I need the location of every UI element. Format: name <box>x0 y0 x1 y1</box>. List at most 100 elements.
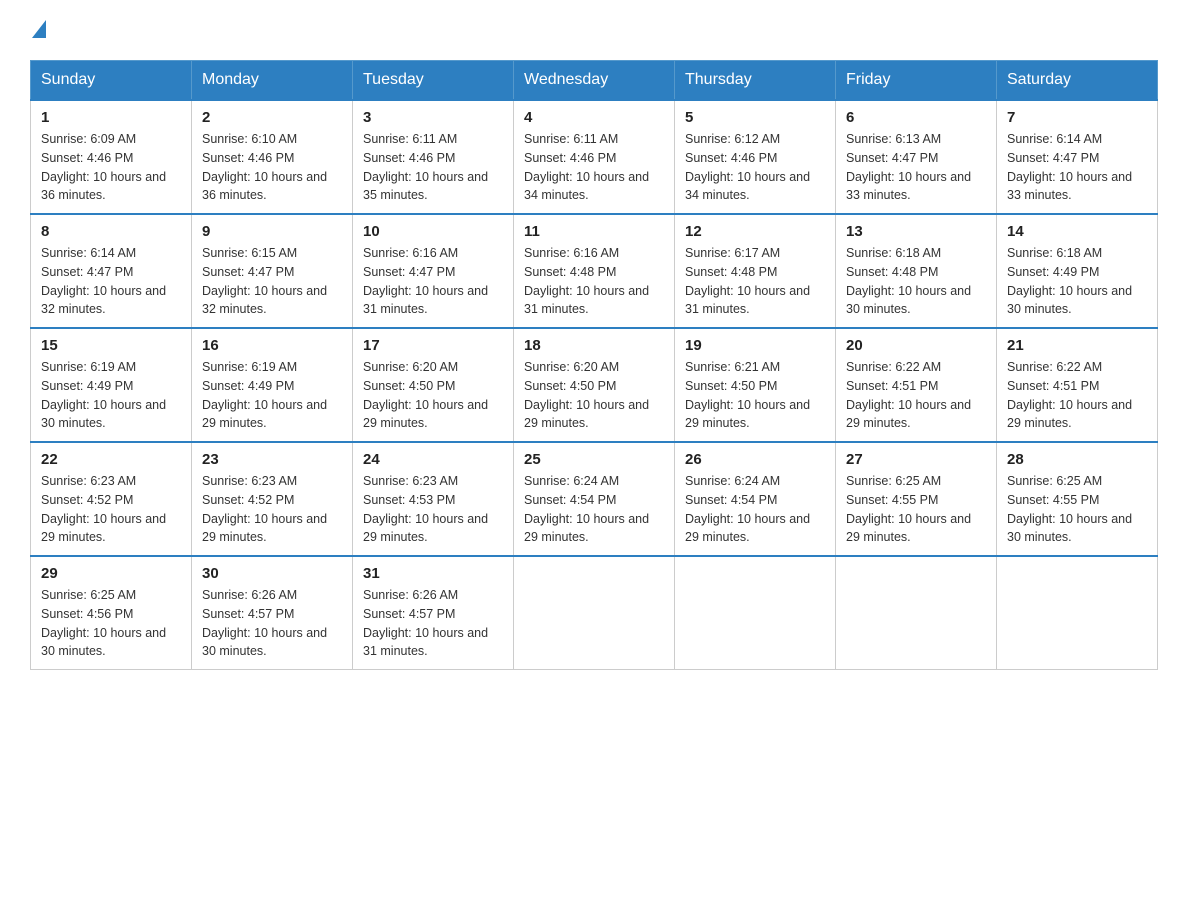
day-number: 2 <box>202 109 342 126</box>
day-number: 27 <box>846 451 986 468</box>
day-info: Sunrise: 6:23 AM Sunset: 4:53 PM Dayligh… <box>363 472 503 547</box>
day-number: 16 <box>202 337 342 354</box>
calendar-header-tuesday: Tuesday <box>353 61 514 101</box>
calendar-header-wednesday: Wednesday <box>514 61 675 101</box>
day-number: 29 <box>41 565 181 582</box>
calendar-cell: 29 Sunrise: 6:25 AM Sunset: 4:56 PM Dayl… <box>31 556 192 670</box>
calendar-cell: 10 Sunrise: 6:16 AM Sunset: 4:47 PM Dayl… <box>353 214 514 328</box>
calendar-cell: 24 Sunrise: 6:23 AM Sunset: 4:53 PM Dayl… <box>353 442 514 556</box>
day-info: Sunrise: 6:26 AM Sunset: 4:57 PM Dayligh… <box>363 586 503 661</box>
day-number: 8 <box>41 223 181 240</box>
day-info: Sunrise: 6:23 AM Sunset: 4:52 PM Dayligh… <box>41 472 181 547</box>
calendar-cell: 30 Sunrise: 6:26 AM Sunset: 4:57 PM Dayl… <box>192 556 353 670</box>
day-number: 18 <box>524 337 664 354</box>
day-number: 30 <box>202 565 342 582</box>
calendar-cell: 3 Sunrise: 6:11 AM Sunset: 4:46 PM Dayli… <box>353 100 514 214</box>
calendar-cell: 22 Sunrise: 6:23 AM Sunset: 4:52 PM Dayl… <box>31 442 192 556</box>
day-number: 3 <box>363 109 503 126</box>
day-number: 20 <box>846 337 986 354</box>
day-info: Sunrise: 6:11 AM Sunset: 4:46 PM Dayligh… <box>524 130 664 205</box>
calendar-cell: 18 Sunrise: 6:20 AM Sunset: 4:50 PM Dayl… <box>514 328 675 442</box>
day-number: 13 <box>846 223 986 240</box>
day-info: Sunrise: 6:22 AM Sunset: 4:51 PM Dayligh… <box>846 358 986 433</box>
calendar-cell: 5 Sunrise: 6:12 AM Sunset: 4:46 PM Dayli… <box>675 100 836 214</box>
day-info: Sunrise: 6:13 AM Sunset: 4:47 PM Dayligh… <box>846 130 986 205</box>
day-info: Sunrise: 6:18 AM Sunset: 4:48 PM Dayligh… <box>846 244 986 319</box>
day-info: Sunrise: 6:09 AM Sunset: 4:46 PM Dayligh… <box>41 130 181 205</box>
day-number: 5 <box>685 109 825 126</box>
calendar-cell: 26 Sunrise: 6:24 AM Sunset: 4:54 PM Dayl… <box>675 442 836 556</box>
day-number: 17 <box>363 337 503 354</box>
calendar-header-friday: Friday <box>836 61 997 101</box>
day-number: 24 <box>363 451 503 468</box>
calendar-cell: 6 Sunrise: 6:13 AM Sunset: 4:47 PM Dayli… <box>836 100 997 214</box>
calendar-cell <box>675 556 836 670</box>
logo-text-block <box>30 20 46 40</box>
day-info: Sunrise: 6:16 AM Sunset: 4:47 PM Dayligh… <box>363 244 503 319</box>
calendar-cell: 12 Sunrise: 6:17 AM Sunset: 4:48 PM Dayl… <box>675 214 836 328</box>
day-info: Sunrise: 6:25 AM Sunset: 4:55 PM Dayligh… <box>1007 472 1147 547</box>
day-info: Sunrise: 6:19 AM Sunset: 4:49 PM Dayligh… <box>202 358 342 433</box>
calendar-cell: 31 Sunrise: 6:26 AM Sunset: 4:57 PM Dayl… <box>353 556 514 670</box>
day-number: 31 <box>363 565 503 582</box>
calendar-cell: 16 Sunrise: 6:19 AM Sunset: 4:49 PM Dayl… <box>192 328 353 442</box>
calendar-cell: 13 Sunrise: 6:18 AM Sunset: 4:48 PM Dayl… <box>836 214 997 328</box>
calendar-cell: 21 Sunrise: 6:22 AM Sunset: 4:51 PM Dayl… <box>997 328 1158 442</box>
day-info: Sunrise: 6:14 AM Sunset: 4:47 PM Dayligh… <box>41 244 181 319</box>
calendar-cell: 7 Sunrise: 6:14 AM Sunset: 4:47 PM Dayli… <box>997 100 1158 214</box>
day-number: 19 <box>685 337 825 354</box>
calendar-cell: 14 Sunrise: 6:18 AM Sunset: 4:49 PM Dayl… <box>997 214 1158 328</box>
day-info: Sunrise: 6:16 AM Sunset: 4:48 PM Dayligh… <box>524 244 664 319</box>
day-info: Sunrise: 6:10 AM Sunset: 4:46 PM Dayligh… <box>202 130 342 205</box>
day-info: Sunrise: 6:19 AM Sunset: 4:49 PM Dayligh… <box>41 358 181 433</box>
day-info: Sunrise: 6:25 AM Sunset: 4:55 PM Dayligh… <box>846 472 986 547</box>
day-number: 10 <box>363 223 503 240</box>
calendar-cell: 19 Sunrise: 6:21 AM Sunset: 4:50 PM Dayl… <box>675 328 836 442</box>
day-number: 1 <box>41 109 181 126</box>
calendar-week-row: 22 Sunrise: 6:23 AM Sunset: 4:52 PM Dayl… <box>31 442 1158 556</box>
calendar-cell: 1 Sunrise: 6:09 AM Sunset: 4:46 PM Dayli… <box>31 100 192 214</box>
day-number: 23 <box>202 451 342 468</box>
day-number: 9 <box>202 223 342 240</box>
calendar-cell: 23 Sunrise: 6:23 AM Sunset: 4:52 PM Dayl… <box>192 442 353 556</box>
day-number: 25 <box>524 451 664 468</box>
day-number: 15 <box>41 337 181 354</box>
calendar-cell: 28 Sunrise: 6:25 AM Sunset: 4:55 PM Dayl… <box>997 442 1158 556</box>
calendar-week-row: 8 Sunrise: 6:14 AM Sunset: 4:47 PM Dayli… <box>31 214 1158 328</box>
calendar-cell: 11 Sunrise: 6:16 AM Sunset: 4:48 PM Dayl… <box>514 214 675 328</box>
calendar-header-thursday: Thursday <box>675 61 836 101</box>
day-number: 26 <box>685 451 825 468</box>
day-info: Sunrise: 6:17 AM Sunset: 4:48 PM Dayligh… <box>685 244 825 319</box>
day-info: Sunrise: 6:21 AM Sunset: 4:50 PM Dayligh… <box>685 358 825 433</box>
day-number: 14 <box>1007 223 1147 240</box>
day-info: Sunrise: 6:26 AM Sunset: 4:57 PM Dayligh… <box>202 586 342 661</box>
day-info: Sunrise: 6:24 AM Sunset: 4:54 PM Dayligh… <box>685 472 825 547</box>
calendar-cell: 15 Sunrise: 6:19 AM Sunset: 4:49 PM Dayl… <box>31 328 192 442</box>
logo <box>30 20 46 40</box>
calendar-week-row: 29 Sunrise: 6:25 AM Sunset: 4:56 PM Dayl… <box>31 556 1158 670</box>
day-info: Sunrise: 6:14 AM Sunset: 4:47 PM Dayligh… <box>1007 130 1147 205</box>
page-header <box>30 20 1158 40</box>
day-number: 4 <box>524 109 664 126</box>
calendar-cell <box>997 556 1158 670</box>
calendar-table: SundayMondayTuesdayWednesdayThursdayFrid… <box>30 60 1158 670</box>
day-number: 28 <box>1007 451 1147 468</box>
calendar-cell: 27 Sunrise: 6:25 AM Sunset: 4:55 PM Dayl… <box>836 442 997 556</box>
calendar-header-monday: Monday <box>192 61 353 101</box>
day-number: 21 <box>1007 337 1147 354</box>
calendar-cell: 25 Sunrise: 6:24 AM Sunset: 4:54 PM Dayl… <box>514 442 675 556</box>
day-number: 6 <box>846 109 986 126</box>
calendar-cell: 2 Sunrise: 6:10 AM Sunset: 4:46 PM Dayli… <box>192 100 353 214</box>
day-number: 7 <box>1007 109 1147 126</box>
calendar-cell <box>836 556 997 670</box>
calendar-cell: 9 Sunrise: 6:15 AM Sunset: 4:47 PM Dayli… <box>192 214 353 328</box>
day-info: Sunrise: 6:18 AM Sunset: 4:49 PM Dayligh… <box>1007 244 1147 319</box>
day-info: Sunrise: 6:24 AM Sunset: 4:54 PM Dayligh… <box>524 472 664 547</box>
calendar-cell: 8 Sunrise: 6:14 AM Sunset: 4:47 PM Dayli… <box>31 214 192 328</box>
calendar-header-row: SundayMondayTuesdayWednesdayThursdayFrid… <box>31 61 1158 101</box>
day-info: Sunrise: 6:25 AM Sunset: 4:56 PM Dayligh… <box>41 586 181 661</box>
day-info: Sunrise: 6:12 AM Sunset: 4:46 PM Dayligh… <box>685 130 825 205</box>
day-info: Sunrise: 6:15 AM Sunset: 4:47 PM Dayligh… <box>202 244 342 319</box>
calendar-week-row: 15 Sunrise: 6:19 AM Sunset: 4:49 PM Dayl… <box>31 328 1158 442</box>
day-info: Sunrise: 6:20 AM Sunset: 4:50 PM Dayligh… <box>363 358 503 433</box>
